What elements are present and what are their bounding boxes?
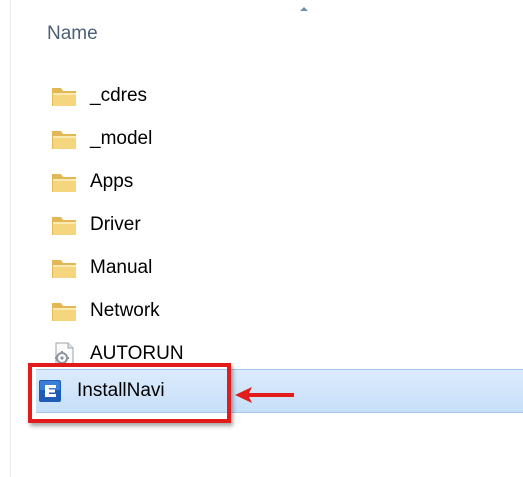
file-name: Network	[90, 300, 160, 321]
folder-icon	[52, 131, 76, 149]
name-column-header[interactable]: Name	[47, 23, 98, 45]
file-name: Manual	[90, 257, 153, 278]
file-row-manual[interactable]: Manual	[50, 248, 510, 288]
file-name: AUTORUN	[90, 343, 184, 364]
file-name: Apps	[90, 171, 134, 192]
highlight-callout-box	[28, 363, 231, 423]
file-row-cdres[interactable]: _cdres	[50, 76, 510, 116]
file-row-apps[interactable]: Apps	[50, 162, 510, 202]
folder-icon	[52, 88, 76, 106]
file-name: _model	[90, 128, 153, 149]
folder-icon	[52, 303, 76, 321]
file-name: _cdres	[90, 85, 148, 106]
file-row-driver[interactable]: Driver	[50, 205, 510, 245]
sort-ascending-icon[interactable]	[300, 7, 308, 11]
file-row-model[interactable]: _model	[50, 119, 510, 159]
pointer-arrow-icon	[235, 387, 294, 403]
column-header: Name	[11, 0, 523, 72]
file-name: Driver	[90, 214, 141, 235]
folder-icon	[52, 174, 76, 192]
file-row-network[interactable]: Network	[50, 291, 510, 331]
folder-icon	[52, 260, 76, 278]
folder-icon	[52, 217, 76, 235]
